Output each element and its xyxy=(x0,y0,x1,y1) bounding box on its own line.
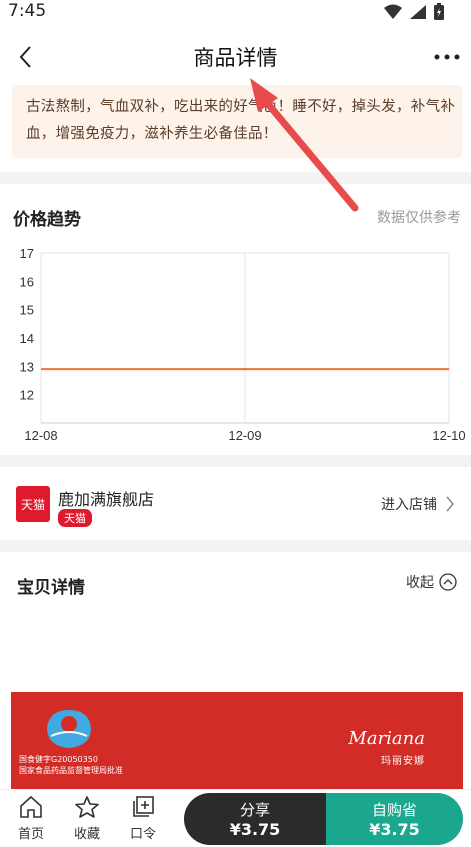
chevron-right-icon xyxy=(446,496,454,512)
y-tick-label: 14 xyxy=(20,331,34,346)
notice-text: 古法熬制，气血双补，吃出来的好气色！睡不好，掉头发，补气补血，增强免疫力，滋补养… xyxy=(26,99,456,142)
price-trend-title: 价格趋势 xyxy=(13,210,81,230)
section-divider xyxy=(0,172,471,184)
brand-name: Mariana xyxy=(348,728,425,749)
command-icon xyxy=(133,796,154,817)
collapse-button[interactable]: 收起 xyxy=(406,572,457,592)
store-logo[interactable]: 天猫 xyxy=(16,486,50,522)
product-banner: 国食健字G20050350 国家食品药品监督管理局批准 Mariana 玛丽安娜 xyxy=(11,692,463,792)
self-buy-button[interactable]: 自购省 ¥3.75 xyxy=(326,793,463,845)
store-name[interactable]: 鹿加满旗舰店 xyxy=(58,486,154,510)
self-buy-price: ¥3.75 xyxy=(369,820,420,839)
y-tick-label: 12 xyxy=(20,388,34,403)
details-title: 宝贝详情 xyxy=(17,578,85,598)
section-divider xyxy=(0,455,471,467)
page-title: 商品详情 xyxy=(193,46,278,70)
enter-store-link[interactable]: 进入店铺 xyxy=(381,494,455,514)
share-price: ¥3.75 xyxy=(229,820,281,839)
nav-home-label: 首页 xyxy=(17,827,44,842)
price-chart: 17 16 15 14 13 12 12-08 12-09 12-10 xyxy=(20,246,466,443)
header: 商品详情 xyxy=(0,28,471,86)
x-tick-label: 12-08 xyxy=(24,428,57,443)
section-divider xyxy=(0,540,471,552)
more-button[interactable] xyxy=(431,46,463,68)
certification-text: 国食健字G20050350 国家食品药品监督管理局批准 xyxy=(19,755,123,775)
y-tick-label: 13 xyxy=(20,359,34,374)
brand-name-cn: 玛丽安娜 xyxy=(381,756,425,767)
y-tick-label: 15 xyxy=(20,303,34,318)
status-bar: 7:45 xyxy=(0,0,471,26)
nav-favorites-label: 收藏 xyxy=(73,827,100,842)
self-buy-label: 自购省 xyxy=(371,801,417,819)
signal-icon xyxy=(410,5,426,19)
share-label: 分享 xyxy=(239,801,270,819)
nav-command[interactable]: 口令 xyxy=(123,795,163,842)
nav-command-label: 口令 xyxy=(129,827,156,842)
y-tick-label: 17 xyxy=(20,246,34,261)
enter-store-label: 进入店铺 xyxy=(381,497,437,513)
collapse-label: 收起 xyxy=(406,575,434,591)
health-food-logo xyxy=(47,710,91,748)
battery-icon xyxy=(434,3,444,20)
x-tick-label: 12-09 xyxy=(228,428,261,443)
bottom-bar: 首页 收藏 口令 分享 ¥3.75 自购省 ¥3.75 xyxy=(0,789,471,847)
tmall-badge: 天猫 xyxy=(58,509,92,527)
price-trend-hint: 数据仅供参考 xyxy=(377,210,461,226)
home-icon xyxy=(20,795,42,818)
status-time: 7:45 xyxy=(8,1,47,21)
x-tick-label: 12-10 xyxy=(432,428,465,443)
chevron-up-circle-icon xyxy=(439,573,457,591)
wifi-icon xyxy=(384,4,402,19)
y-tick-label: 16 xyxy=(20,274,34,289)
nav-home[interactable]: 首页 xyxy=(11,795,51,842)
store-logo-text: 天猫 xyxy=(20,498,45,512)
share-button[interactable]: 分享 ¥3.75 xyxy=(184,793,326,845)
status-icons xyxy=(383,3,445,21)
star-icon xyxy=(75,796,99,818)
nav-favorites[interactable]: 收藏 xyxy=(67,795,107,842)
notice-banner: 古法熬制，气血双补，吃出来的好气色！睡不好，掉头发，补气补血，增强免疫力，滋补养… xyxy=(12,85,462,158)
more-icon xyxy=(434,54,460,60)
